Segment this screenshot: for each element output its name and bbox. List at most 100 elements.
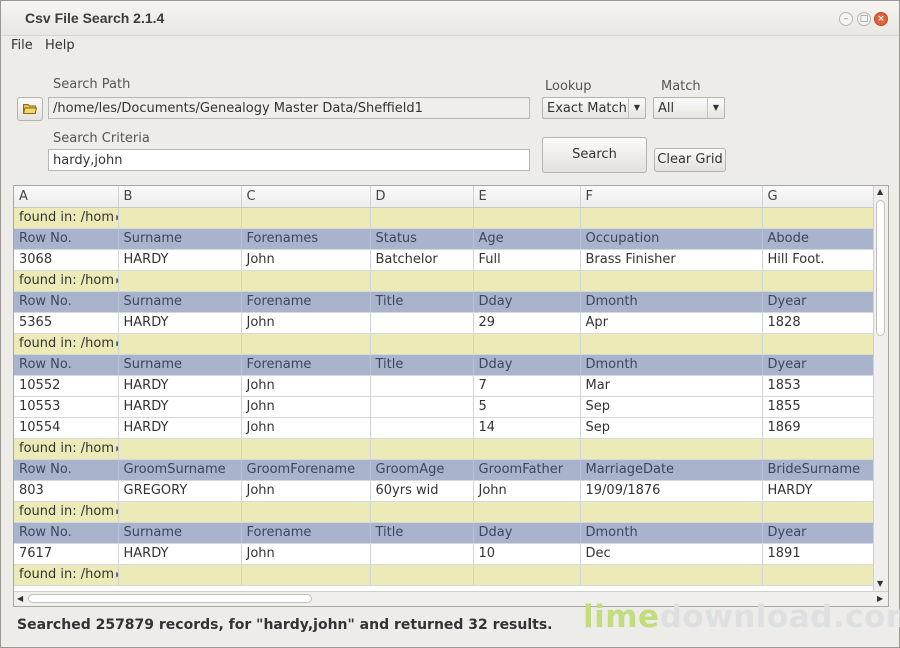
lookup-select[interactable]: Exact Match ▼ (542, 97, 646, 119)
grid-cell[interactable] (580, 438, 763, 460)
grid-cell[interactable]: GroomForename (241, 459, 371, 481)
grid-cell[interactable]: Status (370, 228, 474, 250)
expand-arrow-icon[interactable]: ▶ (114, 214, 117, 222)
grid-cell[interactable]: found in: /hom ▶ (14, 333, 119, 355)
table-row[interactable]: 7617 HARDY John 10 Dec 1891 (14, 543, 875, 565)
grid-cell[interactable] (118, 207, 242, 229)
grid-cell[interactable]: Apr (580, 312, 763, 334)
grid-cell[interactable] (370, 564, 474, 586)
record-header-row[interactable]: Row No. Surname Forename Title Dday Dmonth Dye… (14, 291, 875, 313)
grid-cell[interactable]: John (241, 249, 371, 271)
menu-file[interactable]: File (11, 38, 33, 53)
grid-cell[interactable]: 10553 (14, 396, 119, 418)
grid-cell[interactable]: Row No. (14, 354, 119, 376)
column-header[interactable]: F (580, 186, 763, 208)
close-icon[interactable]: × (874, 12, 888, 26)
grid-cell[interactable]: John (241, 396, 371, 418)
grid-cell[interactable]: Sep (580, 396, 763, 418)
menu-help[interactable]: Help (45, 38, 75, 53)
grid-cell[interactable]: Forenames (241, 228, 371, 250)
grid-cell[interactable] (473, 207, 581, 229)
grid-cell[interactable] (370, 501, 474, 523)
grid-cell[interactable]: Surname (118, 354, 242, 376)
grid-cell[interactable]: HARDY (118, 249, 242, 271)
column-header[interactable]: D (370, 186, 474, 208)
grid-cell[interactable]: Dmonth (580, 291, 763, 313)
grid-cell[interactable] (762, 207, 875, 229)
expand-arrow-icon[interactable]: ▶ (114, 340, 117, 348)
grid-cell[interactable] (118, 438, 242, 460)
column-header[interactable]: G (762, 186, 875, 208)
record-header-row[interactable]: Row No. GroomSurname GroomForename GroomAge… (14, 459, 875, 481)
grid-cell[interactable]: GroomFather (473, 459, 581, 481)
grid-cell[interactable] (473, 333, 581, 355)
grid-cell[interactable]: Title (370, 354, 474, 376)
grid-cell[interactable]: Sep (580, 417, 763, 439)
vertical-scroll-thumb[interactable] (876, 200, 885, 336)
grid-cell[interactable]: Dyear (762, 291, 875, 313)
grid-cell[interactable]: 1853 (762, 375, 875, 397)
grid-cell[interactable]: Surname (118, 291, 242, 313)
grid-cell[interactable]: Dday (473, 354, 581, 376)
grid-cell[interactable] (762, 270, 875, 292)
grid-cell[interactable]: 5 (473, 396, 581, 418)
grid-cell[interactable] (580, 207, 763, 229)
expand-arrow-icon[interactable]: ▶ (114, 445, 117, 453)
column-header[interactable]: E (473, 186, 581, 208)
grid-cell[interactable] (580, 501, 763, 523)
grid-cell[interactable] (473, 270, 581, 292)
grid-cell[interactable] (580, 333, 763, 355)
table-row[interactable]: 10553 HARDY John 5 Sep 1855 (14, 396, 875, 418)
grid-cell[interactable] (473, 501, 581, 523)
grid-cell[interactable]: Row No. (14, 522, 119, 544)
grid-cell[interactable] (118, 333, 242, 355)
grid-cell[interactable] (370, 417, 474, 439)
scroll-up-icon[interactable]: ▲ (877, 187, 883, 196)
grid-cell[interactable]: Row No. (14, 228, 119, 250)
expand-arrow-icon[interactable]: ▶ (114, 277, 117, 285)
grid-cell[interactable]: 7617 (14, 543, 119, 565)
grid-cell[interactable] (370, 543, 474, 565)
grid-cell[interactable]: Row No. (14, 459, 119, 481)
grid-cell[interactable]: Title (370, 291, 474, 313)
grid-cell[interactable]: found in: /hom ▶ (14, 207, 119, 229)
grid-cell[interactable] (580, 270, 763, 292)
grid-cell[interactable] (118, 501, 242, 523)
grid-cell[interactable]: 803 (14, 480, 119, 502)
grid-cell[interactable] (762, 333, 875, 355)
grid-cell[interactable]: GroomSurname (118, 459, 242, 481)
clear-grid-button[interactable]: Clear Grid (654, 148, 726, 172)
grid-cell[interactable]: found in: /hom ▶ (14, 438, 119, 460)
grid-cell[interactable]: 1855 (762, 396, 875, 418)
scroll-left-icon[interactable]: ◀ (17, 594, 23, 603)
record-header-row[interactable]: Row No. Surname Forename Title Dday Dmonth Dye… (14, 354, 875, 376)
grid-cell[interactable]: HARDY (118, 375, 242, 397)
grid-cell[interactable]: Dec (580, 543, 763, 565)
grid-cell[interactable]: Brass Finisher (580, 249, 763, 271)
grid-cell[interactable]: Age (473, 228, 581, 250)
grid-cell[interactable]: Dyear (762, 522, 875, 544)
grid-cell[interactable]: 29 (473, 312, 581, 334)
match-select[interactable]: All ▼ (653, 97, 725, 119)
grid-cell[interactable] (473, 564, 581, 586)
grid-cell[interactable]: GroomAge (370, 459, 474, 481)
column-header[interactable]: B (118, 186, 242, 208)
found-in-row[interactable]: found in: /hom ▶ (14, 207, 875, 229)
grid-cell[interactable] (370, 438, 474, 460)
grid-cell[interactable] (370, 207, 474, 229)
found-in-row[interactable]: found in: /hom ▶ (14, 564, 875, 586)
column-header[interactable]: C (241, 186, 371, 208)
grid-cell[interactable]: 14 (473, 417, 581, 439)
record-header-row[interactable]: Row No. Surname Forename Title Dday Dmonth Dye… (14, 522, 875, 544)
search-criteria-input[interactable]: hardy,john (48, 149, 530, 171)
grid-cell[interactable]: John (241, 543, 371, 565)
table-row[interactable]: 3068 HARDY John Batchelor Full Brass Finisher… (14, 249, 875, 271)
grid-cell[interactable]: Dyear (762, 354, 875, 376)
found-in-row[interactable]: found in: /hom ▶ (14, 501, 875, 523)
grid-cell[interactable]: 10554 (14, 417, 119, 439)
table-row[interactable]: 10552 HARDY John 7 Mar 1853 (14, 375, 875, 397)
grid-cell[interactable]: Occupation (580, 228, 763, 250)
grid-cell[interactable]: John (241, 417, 371, 439)
grid-cell[interactable] (241, 501, 371, 523)
grid-cell[interactable]: Forename (241, 522, 371, 544)
